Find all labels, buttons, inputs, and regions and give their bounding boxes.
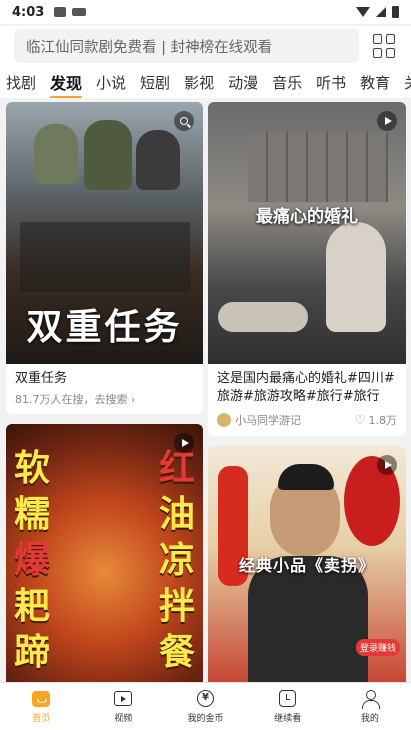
poster-text-left: 软 糯 爆 耙 蹄 xyxy=(14,448,51,673)
nav-label: 我的 xyxy=(360,713,379,724)
search-icon[interactable] xyxy=(174,111,194,131)
category-tabs: 找剧 发现 小说 短剧 影视 动漫 音乐 听书 教育 关 xyxy=(0,66,411,98)
poster-text-right: 红 油 凉 拌 餐 xyxy=(158,448,195,673)
nav-profile[interactable]: 我的 xyxy=(329,683,411,730)
author-name[interactable]: 小马同学游记 xyxy=(235,412,301,428)
poster-title: 最痛心的婚礼 xyxy=(256,207,358,227)
card-thumbnail: 经典小品《卖拐》 登录赚钱 xyxy=(208,446,406,682)
history-icon xyxy=(279,690,297,707)
card-title: 双重任务 xyxy=(15,371,68,386)
search-input[interactable]: 临江仙同款剧免费看 | 封神榜在线观看 xyxy=(14,29,359,63)
play-icon[interactable] xyxy=(377,455,397,475)
feed-card-drama[interactable]: 双重任务 双重任务 81.7万人在搜，去搜索 › xyxy=(6,102,203,414)
nav-coins[interactable]: ¥ 我的金币 xyxy=(164,683,246,730)
user-icon xyxy=(361,689,380,709)
tab-more[interactable]: 关 xyxy=(404,72,411,93)
card-meta: 小马同学游记 ♡ 1.8万 xyxy=(208,406,406,434)
avatar[interactable] xyxy=(217,413,231,427)
tab-novel[interactable]: 小说 xyxy=(96,72,126,93)
coin-icon: ¥ xyxy=(197,690,214,707)
tab-find-drama[interactable]: 找剧 xyxy=(6,72,36,93)
wifi-icon xyxy=(356,7,370,17)
like-count: 1.8万 xyxy=(368,414,398,427)
card-title: 这是国内最痛心的婚礼#四川#旅游#旅游攻略#旅行#旅行推... xyxy=(217,371,395,404)
status-time: 4:03 xyxy=(12,4,45,20)
apps-grid-icon[interactable] xyxy=(373,34,397,58)
battery-icon xyxy=(392,6,399,18)
feed-card-sketch[interactable]: 经典小品《卖拐》 登录赚钱 xyxy=(208,446,406,682)
card-thumbnail: 最痛心的婚礼 xyxy=(208,102,406,364)
nav-continue-watching[interactable]: 继续看 xyxy=(247,683,329,730)
nav-label: 首页 xyxy=(32,713,51,724)
nav-label: 我的金币 xyxy=(187,713,224,724)
nav-video[interactable]: 视频 xyxy=(82,683,164,730)
status-bar: 4:03 xyxy=(0,0,411,24)
nav-label: 继续看 xyxy=(274,713,302,724)
tab-audiobook[interactable]: 听书 xyxy=(316,72,346,93)
home-icon xyxy=(32,690,51,707)
bottom-nav: 首页 视频 ¥ 我的金币 继续看 我的 xyxy=(0,682,411,730)
nav-home[interactable]: 首页 xyxy=(0,683,82,730)
card-subtitle[interactable]: 81.7万人在搜，去搜索 › xyxy=(6,388,203,410)
tab-film[interactable]: 影视 xyxy=(184,72,214,93)
feed-card-wedding[interactable]: 最痛心的婚礼 这是国内最痛心的婚礼#四川#旅游#旅游攻略#旅行#旅行推... 小… xyxy=(208,102,406,436)
feed-card-food[interactable]: 软 糯 爆 耙 蹄 红 油 凉 拌 餐 xyxy=(6,424,203,682)
content-feed: 双重任务 双重任务 81.7万人在搜，去搜索 › 最痛心的婚礼 这是国内最痛心的… xyxy=(0,100,411,682)
tab-discover[interactable]: 发现 xyxy=(50,70,83,98)
video-icon xyxy=(114,691,133,706)
search-row: 临江仙同款剧免费看 | 封神榜在线观看 xyxy=(0,26,411,66)
keyboard-icon xyxy=(72,8,87,16)
play-icon[interactable] xyxy=(174,433,194,453)
tab-short-drama[interactable]: 短剧 xyxy=(140,72,170,93)
signal-icon xyxy=(376,7,386,17)
poster-title: 双重任务 xyxy=(26,307,183,348)
tab-anime[interactable]: 动漫 xyxy=(228,72,258,93)
tab-music[interactable]: 音乐 xyxy=(272,72,302,93)
poster-title: 经典小品《卖拐》 xyxy=(238,556,375,575)
card-thumbnail: 双重任务 xyxy=(6,102,203,364)
heart-icon[interactable]: ♡ xyxy=(355,413,366,427)
card-thumbnail: 软 糯 爆 耙 蹄 红 油 凉 拌 餐 xyxy=(6,424,203,682)
tab-education[interactable]: 教育 xyxy=(360,72,390,93)
login-earn-badge[interactable]: 登录赚钱 xyxy=(355,639,400,656)
nav-label: 视频 xyxy=(114,713,133,724)
notification-icon xyxy=(54,7,67,17)
play-icon[interactable] xyxy=(377,111,397,131)
